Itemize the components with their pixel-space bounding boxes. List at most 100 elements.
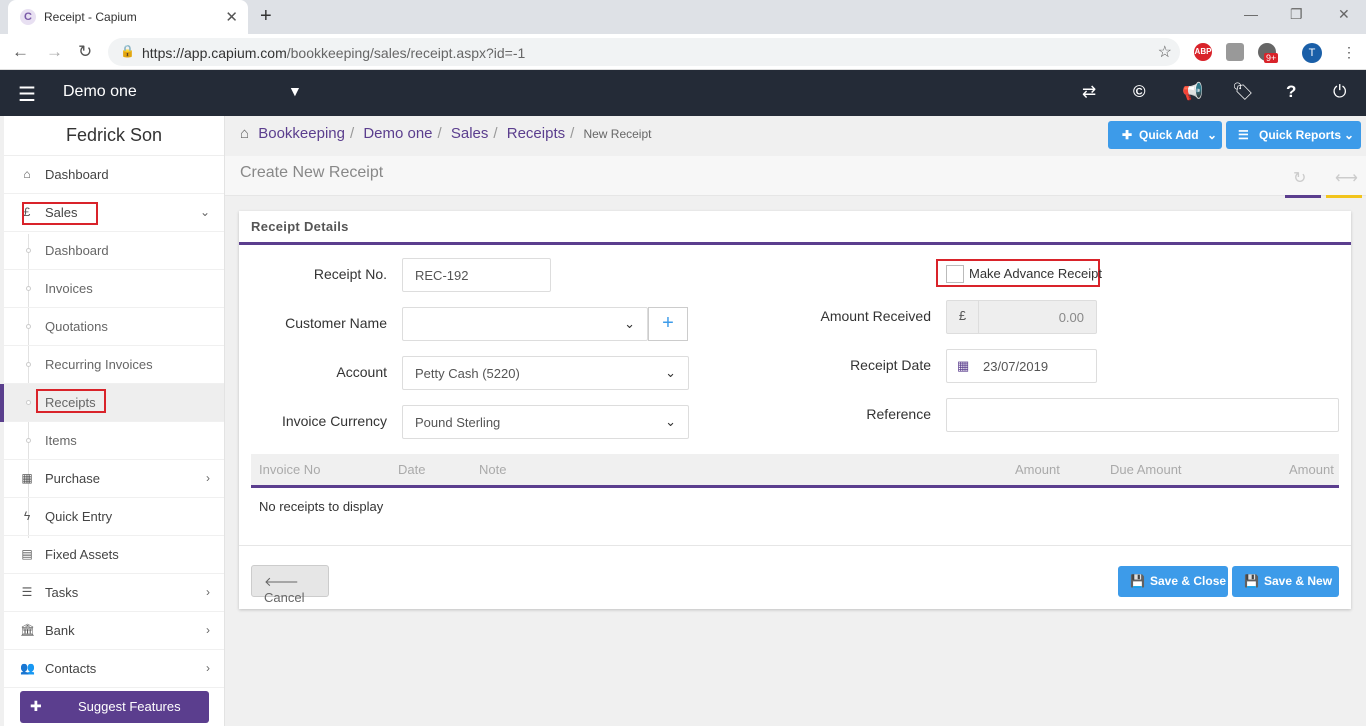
announcement-icon[interactable]: 📢 (1182, 82, 1203, 102)
close-tab-icon[interactable]: ✕ (225, 8, 238, 26)
restore-icon[interactable]: ❐ (1290, 6, 1303, 23)
puzzle-icon: ✚ (30, 698, 42, 714)
adblock-extension-icon[interactable]: ABP (1194, 43, 1212, 61)
column-amount-paid[interactable]: Amount (1289, 462, 1334, 477)
column-amount[interactable]: Amount (1015, 462, 1060, 477)
breadcrumb-current: New Receipt (583, 127, 652, 141)
list-icon: ☰ (21, 585, 33, 599)
advance-receipt-checkbox[interactable] (946, 265, 964, 283)
extension-icon[interactable] (1226, 43, 1244, 61)
bank-icon: 🏛 (20, 623, 36, 637)
column-invoice-no[interactable]: Invoice No (259, 462, 320, 477)
user-name: Fedrick Son (4, 116, 224, 156)
sidebar-item-label: Recurring Invoices (45, 357, 153, 372)
sidebar-item-contacts[interactable]: 👥 Contacts › (4, 650, 224, 688)
account-label: Account (336, 364, 387, 380)
save-close-label: Save & Close (1150, 574, 1227, 588)
column-note[interactable]: Note (479, 462, 506, 477)
sidebar-item-label: Dashboard (45, 243, 109, 258)
sidebar-item-dashboard[interactable]: ⌂ Dashboard (4, 156, 224, 194)
sidebar-item-fixed-assets[interactable]: ▤ Fixed Assets (4, 536, 224, 574)
quick-add-button[interactable]: ✚ Quick Add ⌄ (1108, 121, 1222, 149)
invoice-currency-select[interactable]: Pound Sterling ⌄ (402, 405, 689, 439)
breadcrumb-receipts[interactable]: Receipts (507, 125, 565, 142)
back-icon[interactable]: ← (12, 42, 29, 62)
profile-avatar[interactable]: T (1302, 43, 1322, 63)
amount-received-label: Amount Received (820, 308, 931, 324)
hamburger-menu-icon[interactable]: ☰ (18, 82, 36, 107)
currency-symbol: £ (947, 301, 979, 333)
switch-icon[interactable]: ⇄ (1082, 82, 1096, 102)
company-dropdown-chevron-icon[interactable]: ▼ (288, 83, 302, 99)
home-icon[interactable]: ⌂ (240, 125, 249, 142)
url-host: https://app.capium.com (142, 45, 287, 61)
suggest-features-label: Suggest Features (78, 699, 181, 714)
add-customer-button[interactable]: + (648, 307, 688, 341)
receipt-details-panel: Receipt Details Receipt No. REC-192 Cust… (239, 211, 1351, 609)
chevron-down-icon: ⌄ (665, 414, 676, 429)
account-select[interactable]: Petty Cash (5220) ⌄ (402, 356, 689, 390)
advance-receipt-label[interactable]: Make Advance Receipt (969, 266, 1102, 281)
sidebar-item-invoices[interactable]: Invoices (4, 270, 224, 308)
ticket-icon[interactable]: 🏷 (1232, 82, 1254, 102)
minimize-icon[interactable]: — (1244, 6, 1258, 22)
arrow-left-icon: 🡐 (264, 574, 299, 589)
sidebar-item-items[interactable]: Items (4, 422, 224, 460)
currency-value: Pound Sterling (415, 415, 501, 430)
purchase-icon: ▦ (21, 471, 33, 485)
help-icon[interactable]: ? (1286, 82, 1296, 102)
sidebar-item-tasks[interactable]: ☰ Tasks › (4, 574, 224, 612)
capium-favicon-icon: C (20, 9, 36, 25)
save-new-button[interactable]: 💾 Save & New (1232, 566, 1339, 597)
column-due-amount[interactable]: Due Amount (1110, 462, 1182, 477)
sidebar-item-recurring-invoices[interactable]: Recurring Invoices (4, 346, 224, 384)
sidebar-item-quick-entry[interactable]: ϟ Quick Entry (4, 498, 224, 536)
suggest-features-button[interactable]: ✚ Suggest Features (20, 691, 209, 723)
sidebar-item-label: Purchase (45, 471, 100, 486)
reference-input[interactable] (946, 398, 1339, 432)
customer-name-label: Customer Name (285, 315, 387, 331)
power-icon[interactable]: ⏻ (1333, 82, 1346, 102)
amount-received-input[interactable]: £ 0.00 (946, 300, 1097, 334)
reload-icon[interactable]: ↻ (78, 42, 92, 62)
breadcrumb-sales[interactable]: Sales (451, 125, 489, 142)
customer-name-select[interactable]: ⌄ (402, 307, 648, 341)
breadcrumb-company[interactable]: Demo one (363, 125, 432, 142)
url-field[interactable]: 🔒 https://app.capium.com/bookkeeping/sal… (108, 38, 1180, 66)
bullet-icon (26, 286, 31, 291)
browser-menu-icon[interactable]: ⋮ (1342, 44, 1356, 61)
save-new-label: Save & New (1264, 574, 1333, 588)
sidebar-item-quotations[interactable]: Quotations (4, 308, 224, 346)
chevron-right-icon: › (206, 661, 210, 675)
quick-reports-button[interactable]: ☰ Quick Reports ⌄ (1226, 121, 1361, 149)
date-value: 23/07/2019 (983, 359, 1049, 374)
browser-tab[interactable]: C Receipt - Capium ✕ (8, 0, 248, 34)
refresh-icon[interactable]: ↻ (1293, 168, 1306, 188)
breadcrumb-bookkeeping[interactable]: Bookkeeping (258, 125, 345, 142)
yellow-underline (1326, 195, 1362, 198)
calendar-icon[interactable]: ▦ (957, 358, 969, 374)
sidebar-item-purchase[interactable]: ▦ Purchase › (4, 460, 224, 498)
breadcrumb-separator: / (570, 125, 575, 142)
forward-icon[interactable]: → (46, 42, 63, 62)
receipt-no-input[interactable]: REC-192 (402, 258, 551, 292)
sidebar-item-label: Dashboard (45, 167, 109, 182)
new-tab-icon[interactable]: + (260, 5, 272, 28)
cancel-content: 🡐 Cancel (264, 574, 328, 605)
close-window-icon[interactable]: ✕ (1338, 6, 1350, 23)
column-date[interactable]: Date (398, 462, 425, 477)
sidebar-item-sales-dashboard[interactable]: Dashboard (4, 232, 224, 270)
company-name[interactable]: Demo one (63, 83, 137, 101)
sidebar-item-bank[interactable]: 🏛 Bank › (4, 612, 224, 650)
sidebar-item-label: Bank (45, 623, 75, 638)
receipt-date-input[interactable]: ▦ 23/07/2019 (946, 349, 1097, 383)
sidebar-item-label: Fixed Assets (45, 547, 119, 562)
cancel-button[interactable]: 🡐 Cancel (251, 565, 329, 605)
capium-logo-icon[interactable]: © (1133, 82, 1146, 102)
receipt-no-label: Receipt No. (313, 266, 387, 282)
breadcrumb-separator: / (437, 125, 442, 142)
purple-underline (1285, 195, 1321, 198)
expand-icon[interactable]: ⟷ (1335, 168, 1358, 188)
bookmark-star-icon[interactable]: ☆ (1158, 42, 1172, 62)
save-close-button[interactable]: 💾 Save & Close (1118, 566, 1228, 597)
